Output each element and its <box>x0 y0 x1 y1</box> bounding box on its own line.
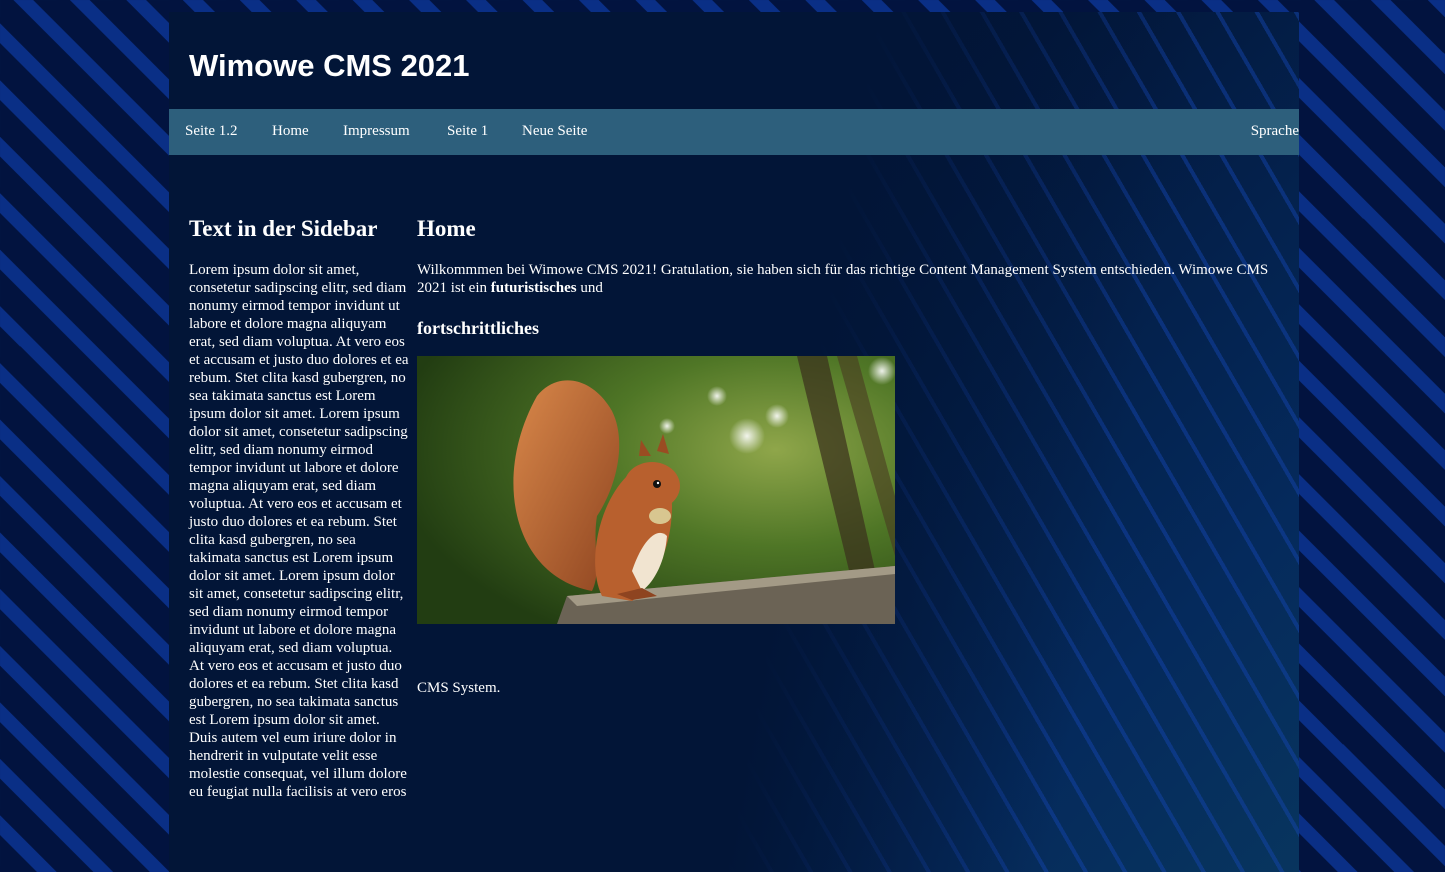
nav-item-seite-1-2[interactable]: Seite 1.2 <box>185 123 238 140</box>
main-nav: Seite 1.2 Home Impressum Seite 1 Neue Se… <box>169 109 1299 155</box>
intro-bold-text: futuristisches <box>490 280 577 296</box>
nav-item-home[interactable]: Home <box>272 123 309 140</box>
intro-paragraph: Wilkommmen bei Wimowe CMS 2021! Gratulat… <box>417 261 1277 297</box>
intro-after-text: und <box>576 280 603 296</box>
site-wrapper: Wimowe CMS 2021 Seite 1.2 Home Impressum… <box>169 12 1299 872</box>
nav-item-neue-seite[interactable]: Neue Seite <box>522 123 587 140</box>
page-title: Home <box>417 216 476 241</box>
sidebar: Text in der Sidebar Lorem ipsum dolor si… <box>189 212 409 801</box>
squirrel-image <box>417 356 895 624</box>
sidebar-text: Lorem ipsum dolor sit amet, consetetur s… <box>189 262 409 800</box>
site-header: Wimowe CMS 2021 <box>169 12 1299 109</box>
nav-item-impressum[interactable]: Impressum <box>343 123 410 140</box>
site-title[interactable]: Wimowe CMS 2021 <box>189 48 470 84</box>
nav-item-seite-1[interactable]: Seite 1 <box>447 123 488 140</box>
main-content: Home Wilkommmen bei Wimowe CMS 2021! Gra… <box>417 212 1277 697</box>
language-menu[interactable]: Sprache <box>1251 123 1299 140</box>
subheading: fortschrittliches <box>417 318 539 338</box>
outro-paragraph: CMS System. <box>417 680 501 696</box>
sidebar-heading: Text in der Sidebar <box>189 216 378 241</box>
